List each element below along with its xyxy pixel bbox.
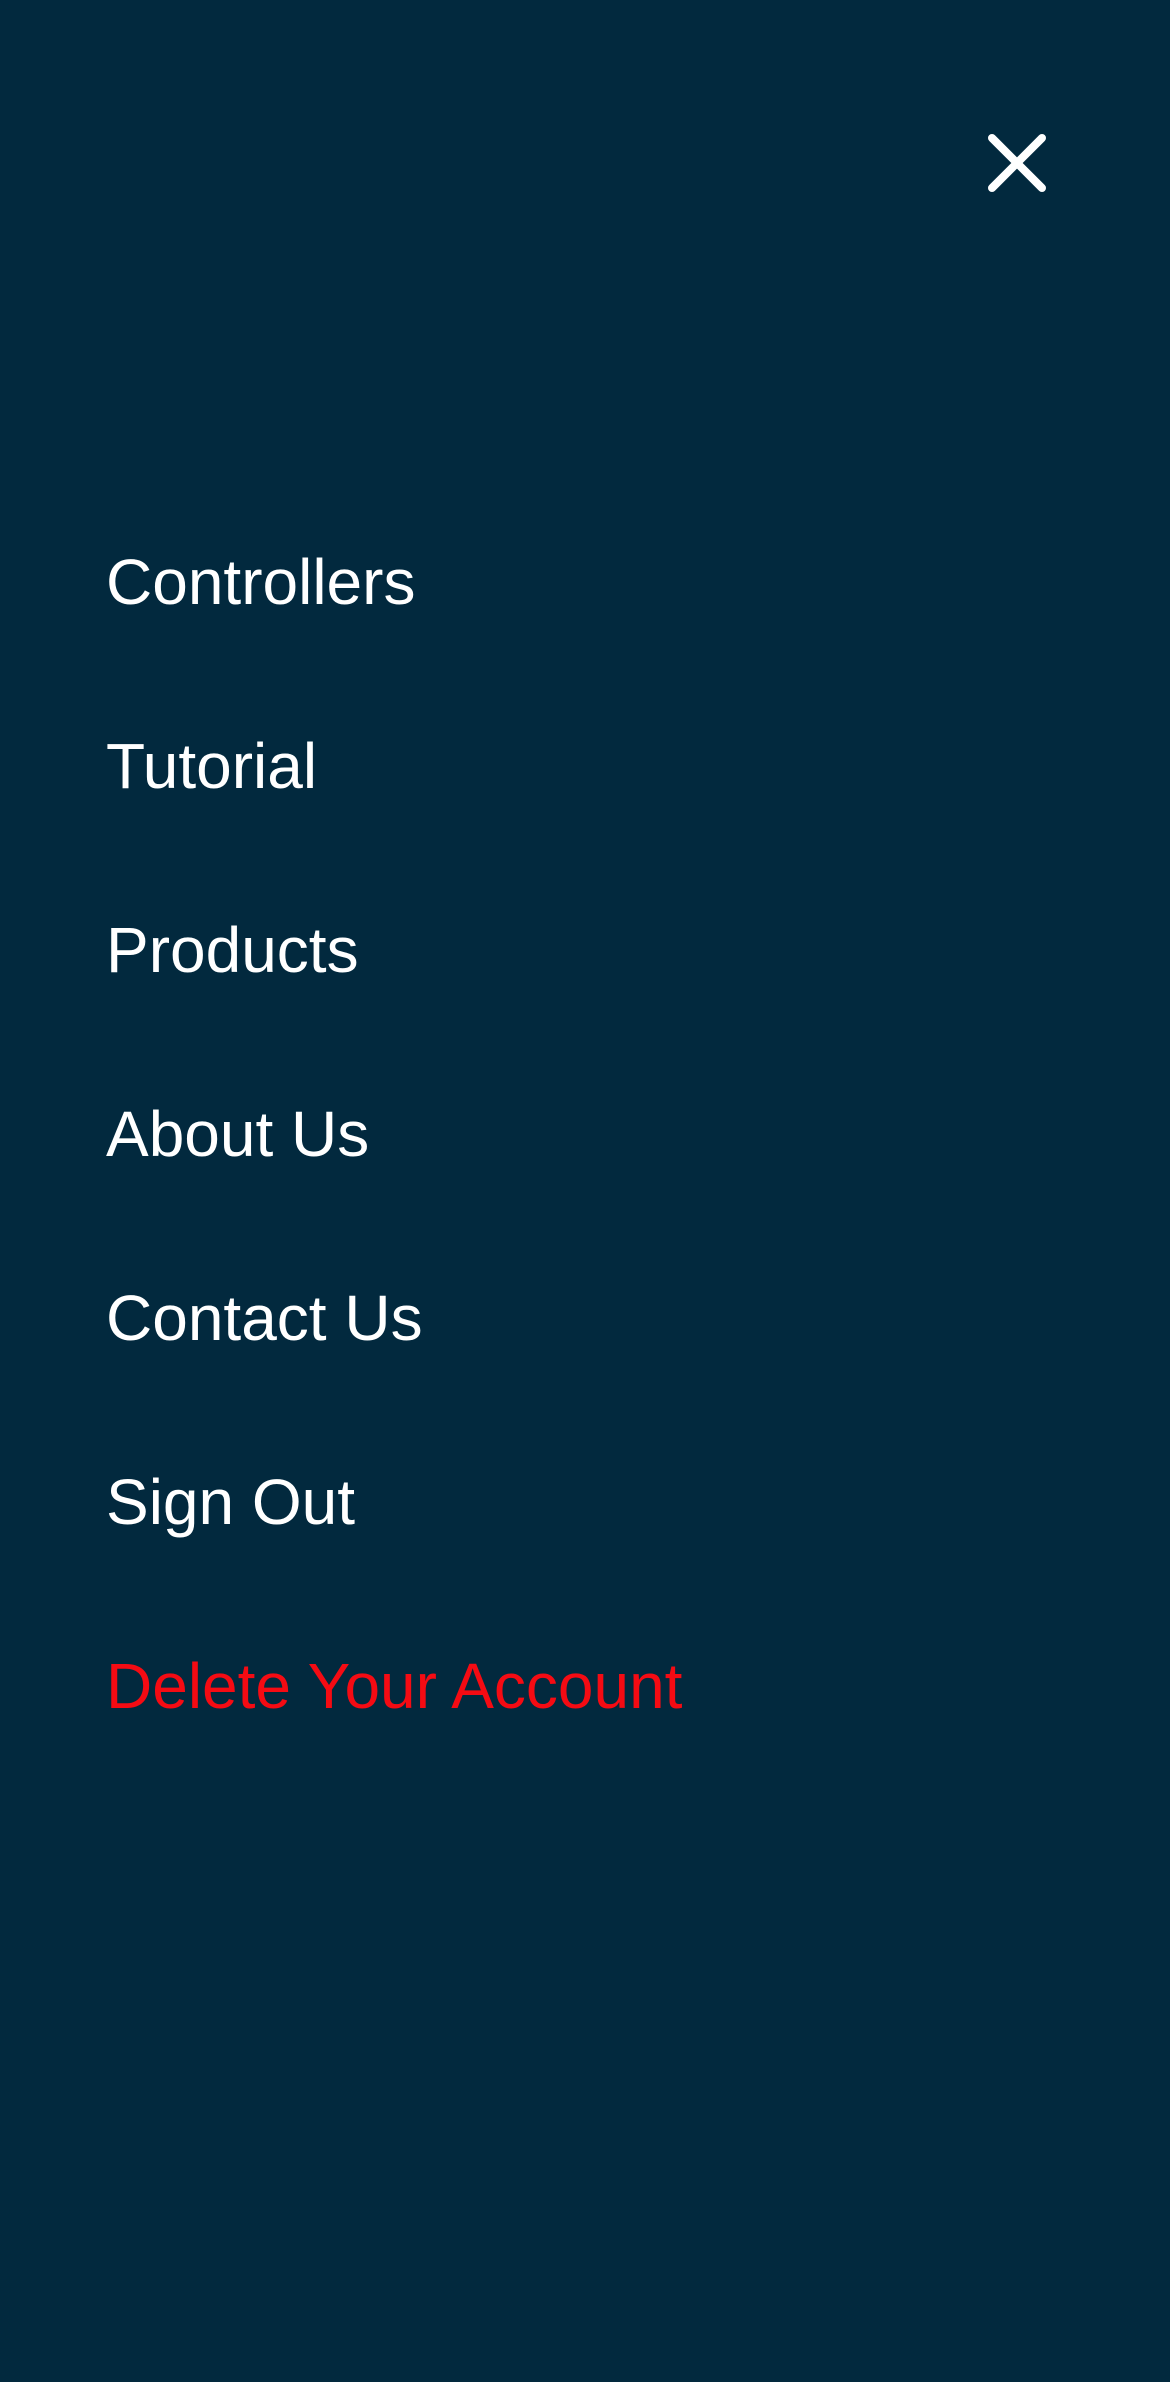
menu-item-contact-us[interactable]: Contact Us xyxy=(106,1276,423,1360)
menu-item-about-us[interactable]: About Us xyxy=(106,1092,369,1176)
side-menu: Controllers Tutorial Products About Us C… xyxy=(106,0,1106,2382)
menu-item-sign-out[interactable]: Sign Out xyxy=(106,1460,355,1544)
menu-item-tutorial[interactable]: Tutorial xyxy=(106,724,317,808)
menu-item-controllers[interactable]: Controllers xyxy=(106,540,415,624)
menu-item-products[interactable]: Products xyxy=(106,908,359,992)
menu-item-delete-account[interactable]: Delete Your Account xyxy=(106,1644,682,1728)
